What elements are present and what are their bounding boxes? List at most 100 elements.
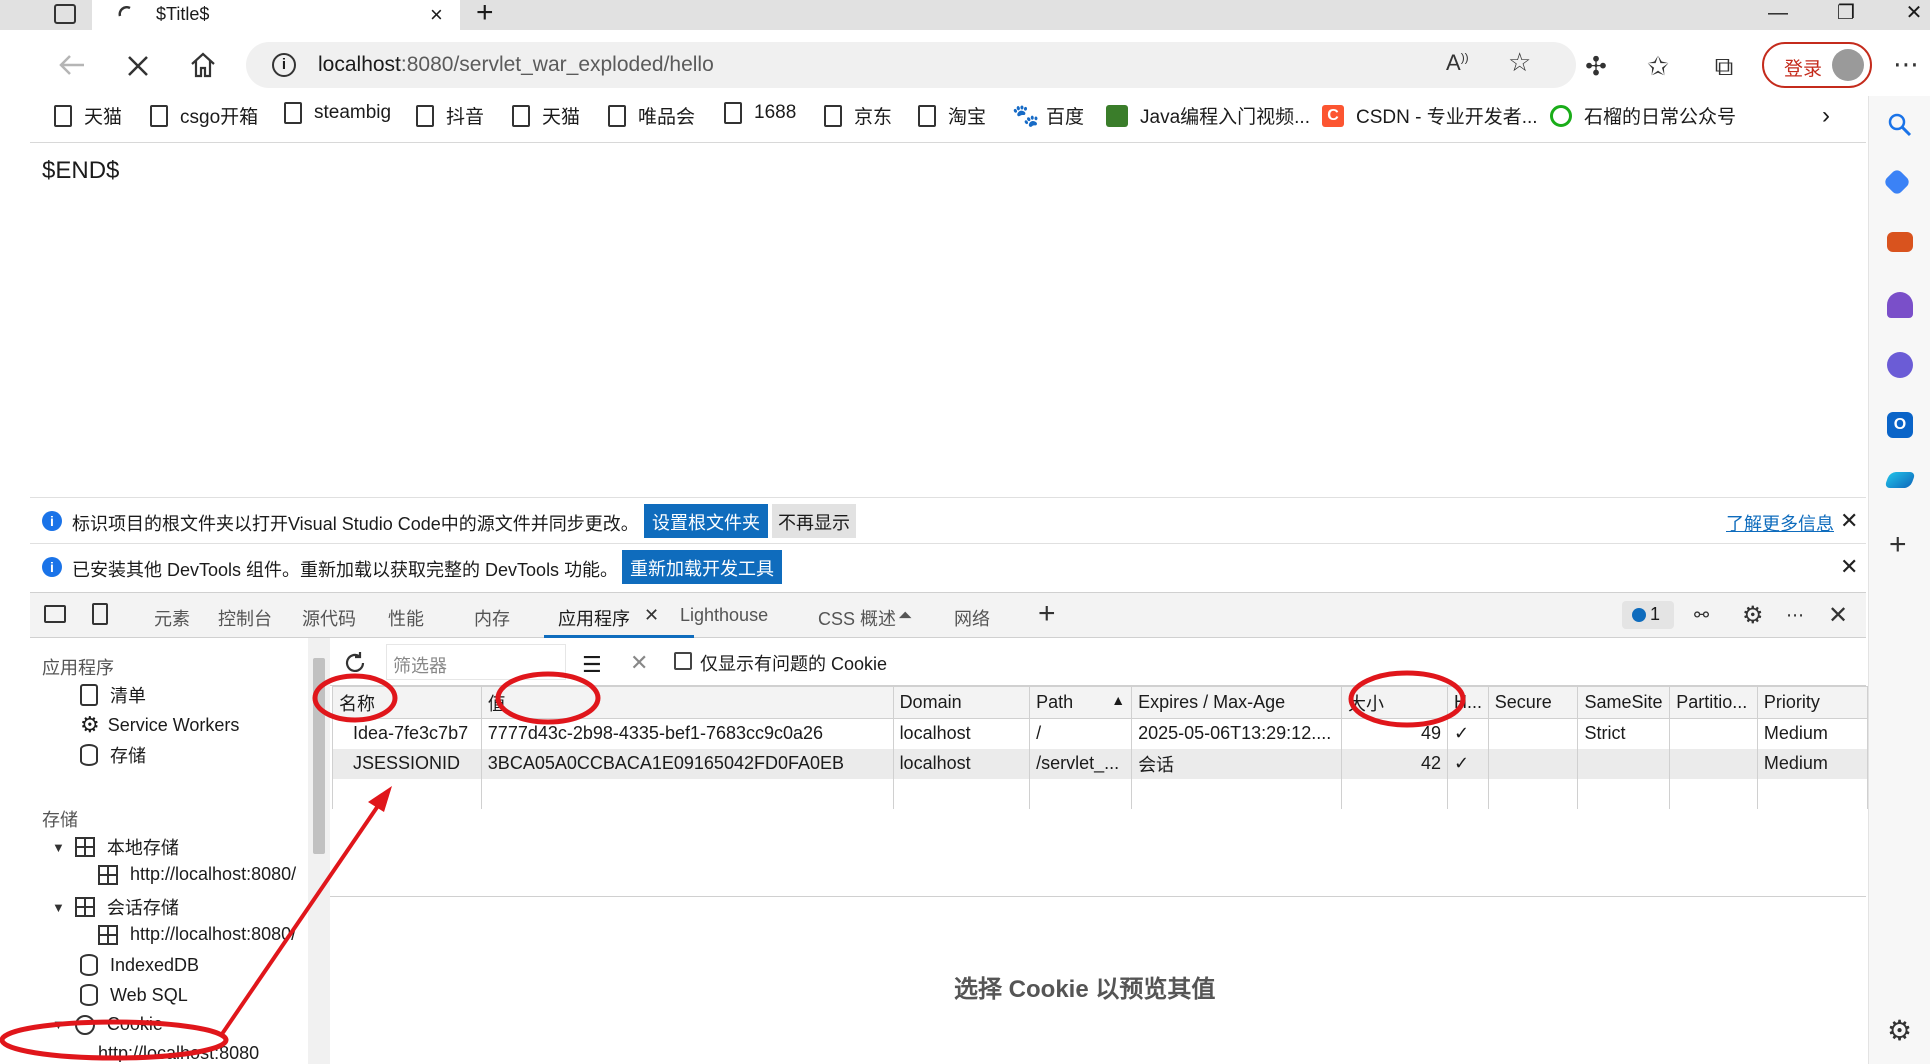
column-domain[interactable]: Domain [892,686,1031,719]
reload-devtools-button[interactable]: 重新加载开发工具 [622,550,782,584]
sidebar-scrollbar[interactable] [308,638,330,1064]
tab-performance[interactable]: 性能 [388,605,424,631]
address-bar[interactable]: i localhost:8080/servlet_war_exploded/he… [246,42,1576,88]
customize-icon[interactable]: ⚯ [1694,605,1709,626]
issues-badge[interactable]: 1 [1622,601,1674,629]
bookmarks-more-icon[interactable]: › [1822,102,1830,130]
bookmark-tmall-2[interactable]: 天猫 [512,102,580,129]
settings-icon[interactable]: ⚙ [1742,601,1764,630]
column-value[interactable]: 值 [480,686,894,719]
sidebar-settings-icon[interactable]: ⚙ [1887,1014,1912,1047]
column-partition[interactable]: Partitio... [1669,686,1758,719]
tab-close-icon[interactable]: × [430,2,443,28]
tree-cookie-origin[interactable]: http://localhost:8080 [98,1044,259,1062]
refresh-icon[interactable] [342,650,368,676]
new-tab-button[interactable]: + [476,0,494,30]
bookmark-1688[interactable]: 1688 [724,102,796,124]
tree-service-workers[interactable]: ⚙ Service Workers [80,712,239,738]
bookmark-vip[interactable]: 唯品会 [608,102,695,129]
stop-loading-icon[interactable] [126,54,150,78]
tab-sources[interactable]: 源代码 [302,605,356,631]
maximize-button[interactable]: ❐ [1824,0,1868,30]
column-priority[interactable]: Priority [1756,686,1869,719]
outlook-icon[interactable]: O [1887,412,1913,438]
tree-session-storage-origin[interactable]: http://localhost:8080/ [98,924,296,945]
bookmark-jd[interactable]: 京东 [824,102,892,129]
tab-memory[interactable]: 内存 [474,605,510,631]
column-httponly[interactable]: H... [1447,686,1489,719]
bookmark-baidu[interactable]: 🐾 百度 [1012,102,1084,129]
expand-triangle-icon[interactable]: ▼ [52,900,65,915]
home-icon[interactable] [188,50,218,80]
learn-more-link[interactable]: 了解更多信息 [1726,510,1834,536]
bookmark-steambig[interactable]: steambig [284,102,391,124]
tree-cookie[interactable]: ▼ Cookie [52,1014,163,1035]
delete-selected-icon[interactable]: ✕ [630,650,648,676]
add-favorite-icon[interactable]: ☆ [1508,47,1531,78]
column-name[interactable]: 名称 [332,686,482,719]
tab-actions-icon[interactable] [54,4,76,24]
tools-icon[interactable] [1887,232,1913,252]
table-row[interactable]: Idea-7fe3c7b7 7777d43c-2b98-4335-bef1-76… [332,718,1869,749]
tree-manifest[interactable]: 清单 [80,682,146,708]
back-icon[interactable] [56,52,88,78]
clear-filtered-icon[interactable]: ☰ [582,652,602,678]
tree-local-storage[interactable]: ▼ 本地存储 [52,834,179,860]
favorites-icon[interactable]: ✩ [1640,48,1676,84]
more-tabs-icon[interactable]: + [1038,597,1056,631]
close-application-tab-icon[interactable]: ✕ [644,605,659,626]
settings-more-icon[interactable]: ⋯ [1888,46,1924,82]
read-aloud-icon[interactable]: A)) [1446,50,1469,76]
tab-application[interactable]: 应用程序 [558,605,630,631]
tab-css-overview[interactable]: CSS 概述 [818,605,896,631]
close-devtools-icon[interactable]: ✕ [1828,601,1848,630]
bookmark-douyin[interactable]: 抖音 [416,102,484,129]
tab-console[interactable]: 控制台 [218,605,272,631]
bookmark-csgo[interactable]: csgo开箱 [150,102,258,129]
scrollbar-thumb[interactable] [313,658,325,854]
minimize-button[interactable]: — [1756,0,1800,30]
expand-triangle-icon[interactable]: ▼ [52,1017,65,1032]
login-button[interactable]: 登录 [1762,42,1872,88]
search-icon[interactable] [1887,112,1913,138]
extensions-icon[interactable]: ✣ [1578,48,1614,84]
close-infobar-icon[interactable]: ✕ [1840,554,1858,580]
tab-elements[interactable]: 元素 [154,605,190,631]
column-path[interactable]: Path ▲ [1029,686,1133,719]
close-window-button[interactable]: ✕ [1892,0,1930,30]
add-sidebar-app-icon[interactable]: + [1889,528,1907,562]
bookmark-taobao[interactable]: 淘宝 [918,102,986,129]
column-secure[interactable]: Secure [1487,686,1579,719]
bookmark-csdn[interactable]: C CSDN - 专业开发者... [1322,102,1538,129]
bookmark-wechat[interactable]: 石榴的日常公众号 [1550,102,1736,129]
inspect-element-icon[interactable] [44,605,66,623]
collections-icon[interactable]: ⧉ [1706,48,1742,84]
tab-network[interactable]: 网络 [954,605,990,631]
table-row[interactable]: JSESSIONID 3BCA05A0CCBACA1E09165042FD0FA… [332,748,1869,779]
tree-websql[interactable]: Web SQL [80,984,188,1006]
tab-lighthouse[interactable]: Lighthouse [680,605,768,626]
close-infobar-icon[interactable]: ✕ [1840,508,1858,534]
set-root-folder-button[interactable]: 设置根文件夹 [644,504,768,538]
browser-tab[interactable]: $Title$ × [92,0,460,30]
device-emulation-icon[interactable] [92,603,108,625]
drop-icon[interactable] [1884,472,1916,488]
column-samesite[interactable]: SameSite [1577,686,1671,719]
column-size[interactable]: 大小 [1341,686,1449,719]
microsoft365-icon[interactable] [1887,352,1913,378]
expand-triangle-icon[interactable]: ▼ [52,840,65,855]
site-info-icon[interactable]: i [272,53,296,77]
tree-session-storage[interactable]: ▼ 会话存储 [52,894,179,920]
tree-storage[interactable]: 存储 [80,742,146,768]
games-icon[interactable] [1887,292,1913,318]
bookmark-tmall[interactable]: 天猫 [54,102,122,129]
shopping-icon[interactable] [1882,167,1912,197]
tree-local-storage-origin[interactable]: http://localhost:8080/ [98,864,296,885]
dont-show-again-button[interactable]: 不再显示 [772,504,856,538]
tree-indexeddb[interactable]: IndexedDB [80,954,199,976]
bookmark-java-video[interactable]: Java编程入门视频... [1106,102,1310,129]
more-options-icon[interactable]: ⋯ [1786,605,1804,626]
filter-input[interactable]: 筛选器 [386,644,566,680]
only-issues-checkbox[interactable] [674,652,692,670]
column-expires[interactable]: Expires / Max-Age [1131,686,1343,719]
